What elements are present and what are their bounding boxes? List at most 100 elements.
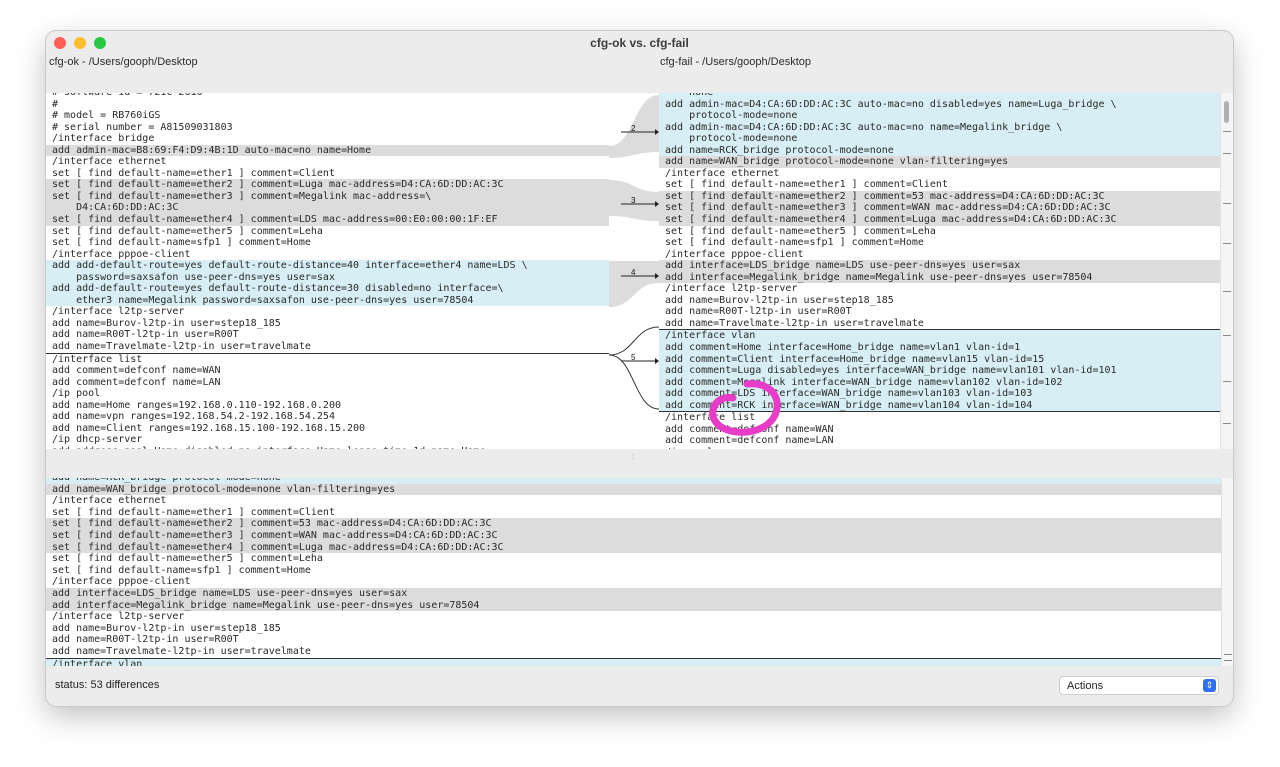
bottom-text-pane[interactable]: add name=RCK_bridge protocol-mode=nonead… xyxy=(46,478,1221,666)
code-line: password=saxsafon use-peer-dns=yes user=… xyxy=(46,271,609,284)
code-line: /interface ethernet xyxy=(52,156,167,168)
code-line: add name=Travelmate-l2tp-in user=travelm… xyxy=(665,317,924,329)
code-line: protocol-mode=none xyxy=(659,133,1233,145)
code-line: D4:CA:6D:DD:AC:3C xyxy=(46,202,609,215)
pane-splitter[interactable]: ⁞ xyxy=(46,449,1233,478)
code-line: add name=Travelmate-l2tp-in user=travelm… xyxy=(46,646,1221,659)
splitter-handle-icon[interactable]: ⁞ xyxy=(632,453,636,462)
code-line: add comment=defconf name=LAN xyxy=(52,376,221,388)
code-line: add name=WAN_bridge protocol-mode=none v… xyxy=(46,483,1221,496)
code-line: add name=R00T-l2tp-in user=R00T xyxy=(52,329,239,341)
diff-window: cfg-ok vs. cfg-fail cfg-ok - /Users/goop… xyxy=(46,31,1233,706)
code-line: add add-default-route=yes default-route-… xyxy=(46,260,609,272)
code-line: /interface vlan xyxy=(46,658,1221,666)
code-line: /interface ethernet xyxy=(52,495,167,507)
close-icon[interactable] xyxy=(54,37,66,49)
code-line: /interface list xyxy=(52,353,143,365)
diff-tick xyxy=(1223,423,1231,424)
code-line: set [ find default-name=ether3 ] comment… xyxy=(659,202,1233,215)
diff-tick xyxy=(1224,654,1232,655)
diff-tick xyxy=(1223,153,1231,154)
code-line: set [ find default-name=ether4 ] comment… xyxy=(659,214,1233,226)
diff-tick xyxy=(1223,131,1231,132)
code-line: /interface vlan xyxy=(659,329,1233,343)
left-file-path: cfg-ok - /Users/gooph/Desktop xyxy=(49,56,198,68)
left-text-pane[interactable]: # software id = 721C-2616## model = RB76… xyxy=(46,93,609,449)
diff-tick xyxy=(1223,335,1231,336)
code-line: set [ find default-name=sfp1 ] comment=H… xyxy=(52,237,311,249)
code-line: /ip pool xyxy=(52,388,101,400)
code-line: add interface=LDS_bridge name=LDS use-pe… xyxy=(659,260,1233,272)
code-line: set [ find default-name=ether1 ] comment… xyxy=(665,179,948,191)
diff-tick xyxy=(1224,660,1232,661)
diff-connector-gutter: 2 3 4 5 xyxy=(609,93,659,449)
diff-tick xyxy=(1223,203,1231,204)
code-line: add name=Burov-l2tp-in user=step18_185 xyxy=(665,294,894,306)
code-line: set [ find default-name=ether4 ] comment… xyxy=(46,214,609,226)
code-line: set [ find default-name=ether5 ] comment… xyxy=(665,225,936,237)
diff-marker-5[interactable]: 5 xyxy=(631,353,636,362)
code-line: # serial number = A81509031803 xyxy=(52,121,233,133)
code-line: add comment=Luga disabled=yes interface=… xyxy=(659,365,1233,377)
right-scrollbar[interactable] xyxy=(1220,93,1233,449)
code-line: set [ find default-name=sfp1 ] comment=H… xyxy=(665,237,924,249)
code-line: add name=Burov-l2tp-in user=step18_185 xyxy=(52,622,281,634)
code-line: add name=R00T-l2tp-in user=R00T xyxy=(52,634,239,646)
code-line: set [ find default-name=ether5 ] comment… xyxy=(52,225,323,237)
right-text-pane[interactable]: noneadd admin-mac=D4:CA:6D:DD:AC:3C auto… xyxy=(659,93,1233,449)
code-line: add name=Burov-l2tp-in user=step18_185 xyxy=(52,317,281,329)
code-line: set [ find default-name=ether2 ] comment… xyxy=(659,190,1233,203)
code-line: /interface pppoe-client xyxy=(52,248,191,260)
code-line: add admin-mac=D4:CA:6D:DD:AC:3C auto-mac… xyxy=(659,121,1233,134)
title-bar: cfg-ok vs. cfg-fail xyxy=(46,31,1233,55)
code-line: /interface l2tp-server xyxy=(52,611,185,623)
chevron-updown-icon: ⇕ xyxy=(1203,679,1216,692)
code-line: add name=WAN_bridge protocol-mode=none v… xyxy=(659,156,1233,168)
code-line: add name=vpn ranges=192.168.54.2-192.168… xyxy=(52,411,335,423)
code-line: add admin-mac=B8:69:F4:D9:4B:1D auto-mac… xyxy=(46,144,609,157)
status-bar: status: 53 differences Actions ⇕ xyxy=(46,666,1233,706)
code-line: add name=Travelmate-l2tp-in user=travelm… xyxy=(46,341,609,354)
code-line: set [ find default-name=ether3 ] comment… xyxy=(46,190,609,203)
minimize-icon[interactable] xyxy=(74,37,86,49)
diff-marker-4[interactable]: 4 xyxy=(631,268,636,277)
code-line: ether3 name=Megalink password=saxsafon u… xyxy=(46,294,609,307)
code-line: add interface=Megalink_bridge name=Megal… xyxy=(659,271,1233,284)
code-line: # xyxy=(52,98,59,110)
diff-marker-2[interactable]: 2 xyxy=(631,124,636,133)
code-line: protocol-mode=none xyxy=(659,110,1233,122)
zoom-icon[interactable] xyxy=(94,37,106,49)
code-line: set [ find default-name=sfp1 ] comment=H… xyxy=(52,564,311,576)
code-line: add interface=LDS_bridge name=LDS use-pe… xyxy=(46,587,1221,600)
code-line: /interface bridge xyxy=(52,133,155,145)
status-text: status: 53 differences xyxy=(55,679,160,691)
actions-label: Actions xyxy=(1067,680,1104,692)
code-line: add comment=defconf name=WAN xyxy=(52,365,221,377)
code-line: /interface pppoe-client xyxy=(52,576,191,588)
code-line: set [ find default-name=ether1 ] comment… xyxy=(52,506,335,518)
code-line: add name=RCK_bridge protocol-mode=none xyxy=(659,144,1233,157)
code-line: add comment=Client interface=Home_bridge… xyxy=(659,353,1233,366)
code-line: /ip dhcp-server xyxy=(52,434,143,446)
scroll-thumb[interactable] xyxy=(1224,101,1229,123)
code-line: add name=Client ranges=192.168.15.100-19… xyxy=(52,422,366,434)
code-line: add name=Home ranges=192.168.0.110-192.1… xyxy=(52,399,341,411)
code-line: /interface ethernet xyxy=(665,167,780,179)
diff-tick xyxy=(1223,243,1231,244)
diff-tick xyxy=(1223,381,1231,382)
actions-dropdown[interactable]: Actions ⇕ xyxy=(1059,676,1219,695)
bottom-scrollbar[interactable] xyxy=(1221,478,1233,666)
code-line: add comment=Home interface=Home_bridge n… xyxy=(659,342,1233,354)
code-line: # model = RB760iGS xyxy=(52,110,161,122)
diff-marker-3[interactable]: 3 xyxy=(631,196,636,205)
code-line: /interface pppoe-client xyxy=(665,248,804,260)
window-title: cfg-ok vs. cfg-fail xyxy=(590,36,689,50)
code-line: add admin-mac=D4:CA:6D:DD:AC:3C auto-mac… xyxy=(659,98,1233,111)
code-line: set [ find default-name=ether1 ] comment… xyxy=(52,167,335,179)
diff-tick xyxy=(1223,291,1231,292)
code-line: /interface l2tp-server xyxy=(52,306,185,318)
code-line: set [ find default-name=ether3 ] comment… xyxy=(46,529,1221,542)
code-line: set [ find default-name=ether4 ] comment… xyxy=(46,541,1221,554)
annotation-stroke xyxy=(709,380,781,436)
left-lines: # software id = 721C-2616## model = RB76… xyxy=(46,93,609,449)
